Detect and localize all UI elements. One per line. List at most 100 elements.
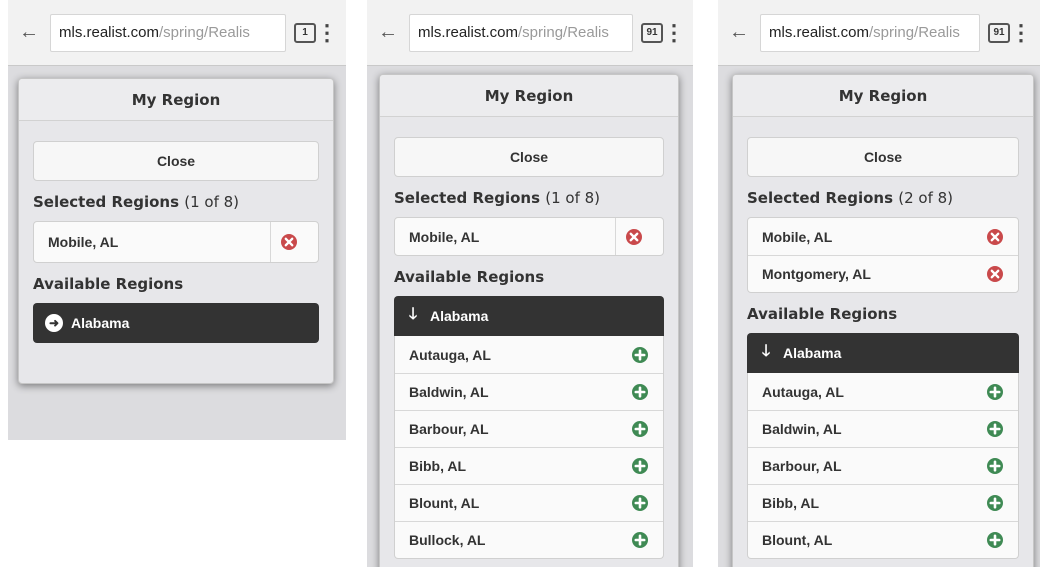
tab-switcher-icon[interactable]: 91 — [641, 22, 663, 43]
add-region-button[interactable] — [984, 420, 1006, 438]
region-name: Blount, AL — [762, 532, 833, 548]
add-icon — [632, 532, 648, 548]
available-regions-heading: Available Regions — [394, 268, 545, 286]
add-icon — [632, 421, 648, 437]
close-button[interactable]: Close — [33, 141, 319, 181]
back-arrow-icon[interactable]: ← — [16, 21, 42, 44]
url-host: mls.realist.com — [59, 24, 160, 41]
url-host: mls.realist.com — [769, 24, 870, 41]
url-field[interactable]: mls.realist.com/spring/Realis — [760, 13, 980, 52]
available-regions-heading: Available Regions — [33, 275, 184, 293]
screen-1: ← mls.realist.com/spring/Realis 1 ⋮ My R… — [8, 0, 346, 440]
add-region-button[interactable] — [629, 346, 651, 364]
available-region-row[interactable]: Bibb, AL — [395, 447, 663, 484]
back-arrow-icon[interactable]: ← — [726, 21, 752, 44]
available-region-row[interactable]: Blount, AL — [395, 484, 663, 521]
selected-regions-label: Selected Regions — [394, 189, 541, 207]
remove-region-button[interactable] — [270, 222, 306, 262]
add-region-button[interactable] — [629, 420, 651, 438]
region-name: Blount, AL — [409, 495, 480, 511]
add-region-button[interactable] — [984, 531, 1006, 549]
available-region-row[interactable]: Baldwin, AL — [748, 410, 1018, 447]
remove-region-button[interactable] — [984, 265, 1006, 283]
add-region-button[interactable] — [984, 383, 1006, 401]
region-name: Mobile, AL — [409, 228, 480, 245]
tab-switcher-icon[interactable]: 91 — [988, 22, 1010, 43]
remove-icon — [987, 228, 1003, 245]
browser-toolbar: ← mls.realist.com/spring/Realis 91 ⋮ — [367, 0, 693, 66]
available-region-row[interactable]: Baldwin, AL — [395, 373, 663, 410]
remove-icon — [280, 234, 297, 250]
selected-count: (1 of 8) — [184, 193, 240, 211]
browser-toolbar: ← mls.realist.com/spring/Realis 91 ⋮ — [718, 0, 1040, 66]
close-button[interactable]: Close — [747, 137, 1019, 177]
available-region-row[interactable]: Barbour, AL — [395, 410, 663, 447]
url-path: /spring/Realis — [869, 24, 960, 41]
state-name: Alabama — [430, 308, 489, 324]
url-field[interactable]: mls.realist.com/spring/Realis — [409, 13, 633, 52]
add-icon — [987, 532, 1003, 548]
my-region-modal: My Region Close Selected Regions (1 of 8… — [18, 78, 334, 384]
state-collapse-button[interactable]: 🡓 Alabama — [747, 333, 1019, 373]
selected-region-row: Mobile, AL — [34, 222, 318, 262]
selected-region-row: Montgomery, AL — [748, 255, 1018, 292]
state-collapse-button[interactable]: 🡓 Alabama — [394, 296, 664, 336]
back-arrow-icon[interactable]: ← — [375, 21, 401, 44]
add-region-button[interactable] — [629, 531, 651, 549]
url-path: /spring/Realis — [518, 24, 609, 41]
arrow-right-icon: ➜ — [45, 314, 63, 332]
overflow-menu-icon[interactable]: ⋮ — [663, 21, 685, 44]
tab-switcher-icon[interactable]: 1 — [294, 22, 316, 43]
browser-toolbar: ← mls.realist.com/spring/Realis 1 ⋮ — [8, 0, 346, 66]
screen-3: ← mls.realist.com/spring/Realis 91 ⋮ My … — [718, 0, 1040, 567]
region-name: Bibb, AL — [409, 458, 467, 474]
available-region-row[interactable]: Bibb, AL — [748, 484, 1018, 521]
available-regions-list: Autauga, AL Baldwin, AL Barbour, AL Bibb… — [394, 336, 664, 559]
state-name: Alabama — [783, 345, 842, 361]
add-region-button[interactable] — [984, 457, 1006, 475]
url-path: /spring/Realis — [159, 24, 250, 41]
add-region-button[interactable] — [629, 383, 651, 401]
tab-count: 1 — [302, 27, 308, 38]
available-region-row[interactable]: Blount, AL — [748, 521, 1018, 558]
available-region-row[interactable]: Barbour, AL — [748, 447, 1018, 484]
available-regions-list: Autauga, AL Baldwin, AL Barbour, AL Bibb… — [747, 373, 1019, 559]
add-region-button[interactable] — [984, 494, 1006, 512]
region-name: Mobile, AL — [48, 234, 119, 250]
add-region-button[interactable] — [629, 494, 651, 512]
remove-region-button[interactable] — [984, 228, 1006, 246]
available-region-row[interactable]: Autauga, AL — [395, 336, 663, 373]
selected-count: (1 of 8) — [545, 189, 601, 207]
selected-region-row: Mobile, AL — [395, 218, 663, 255]
arrow-down-icon: 🡓 — [761, 342, 771, 360]
selected-regions-list: Mobile, AL — [394, 217, 664, 256]
add-icon — [987, 458, 1003, 474]
url-field[interactable]: mls.realist.com/spring/Realis — [50, 13, 286, 52]
add-region-button[interactable] — [629, 457, 651, 475]
remove-icon — [987, 266, 1003, 282]
available-regions-heading: Available Regions — [747, 305, 898, 323]
overflow-menu-icon[interactable]: ⋮ — [316, 21, 338, 44]
region-name: Barbour, AL — [762, 458, 842, 474]
region-name: Bullock, AL — [409, 532, 486, 548]
close-button[interactable]: Close — [394, 137, 664, 177]
available-region-row[interactable]: Bullock, AL — [395, 521, 663, 558]
region-name: Montgomery, AL — [762, 266, 871, 282]
overflow-menu-icon[interactable]: ⋮ — [1010, 21, 1032, 44]
modal-title: My Region — [380, 75, 678, 117]
modal-title: My Region — [19, 79, 333, 121]
region-name: Autauga, AL — [409, 346, 491, 363]
add-icon — [987, 495, 1003, 511]
selected-region-row: Mobile, AL — [748, 218, 1018, 255]
state-expand-button[interactable]: ➜ Alabama — [33, 303, 319, 343]
region-name: Bibb, AL — [762, 495, 820, 511]
selected-regions-heading: Selected Regions (1 of 8) — [33, 193, 319, 211]
region-name: Autauga, AL — [762, 383, 844, 400]
available-region-row[interactable]: Autauga, AL — [748, 373, 1018, 410]
tab-count: 91 — [646, 27, 658, 38]
remove-region-button[interactable] — [615, 218, 651, 255]
selected-regions-label: Selected Regions — [747, 189, 894, 207]
my-region-modal: My Region Close Selected Regions (1 of 8… — [379, 74, 679, 567]
selected-count: (2 of 8) — [898, 189, 954, 207]
add-icon — [632, 384, 648, 400]
